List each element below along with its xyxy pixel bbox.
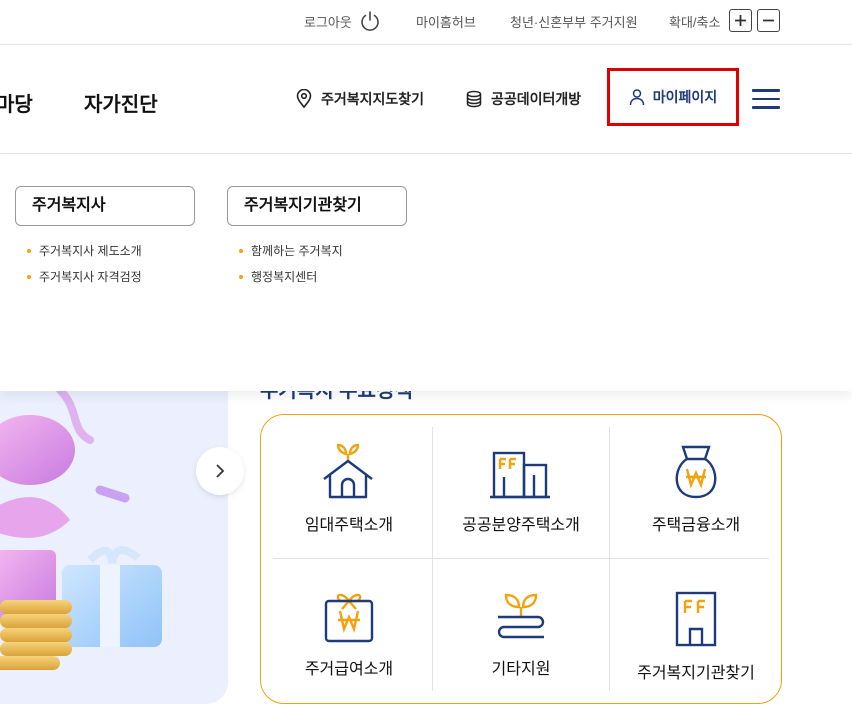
- sprout-icon: [497, 593, 545, 639]
- money-bag-icon: [675, 445, 717, 499]
- service-housing-finance[interactable]: 주택금융소개: [611, 441, 781, 535]
- user-icon: [629, 89, 645, 106]
- main-nav: 마당 자가진단 주거복지지도찾기 공공데이터개방 마이페이지: [0, 45, 852, 154]
- service-label: 주거급여소개: [304, 661, 394, 678]
- menu-item-together-welfare[interactable]: 함께하는 주거복지: [237, 238, 407, 264]
- promo-banner: [0, 380, 228, 704]
- service-housing-benefit[interactable]: 주거급여소개: [264, 589, 434, 679]
- office-icon: [675, 591, 717, 647]
- nav-item-self-diagnosis[interactable]: 자가진단: [84, 88, 158, 117]
- myhome-hub-link[interactable]: 마이홈허브: [416, 12, 476, 31]
- map-search-label: 주거복지지도찾기: [321, 91, 425, 107]
- menu-item-system-intro[interactable]: 주거복지사 제도소개: [25, 238, 195, 264]
- minus-icon: [763, 19, 774, 22]
- menu-column-find-agency: 주거복지기관찾기 함께하는 주거복지 행정복지센터: [227, 186, 407, 290]
- menu-item-certification-exam[interactable]: 주거복지사 자격검정: [25, 264, 195, 290]
- service-other-support[interactable]: 기타지원: [436, 589, 606, 679]
- hamburger-menu-button[interactable]: [752, 89, 780, 111]
- mega-menu-dropdown: 주거복지사 주거복지사 제도소개 주거복지사 자격검정 주거복지기관찾기 함께하…: [0, 154, 852, 391]
- menu-head-housing-welfare-worker[interactable]: 주거복지사: [15, 186, 195, 226]
- service-find-agency[interactable]: 주거복지기관찾기: [611, 589, 781, 683]
- service-label: 주거복지기관찾기: [637, 665, 755, 682]
- house-icon: [323, 443, 373, 499]
- banner-next-button[interactable]: [196, 447, 244, 495]
- menu-item-admin-welfare-center[interactable]: 행정복지센터: [237, 264, 407, 290]
- zoom-out-button[interactable]: [757, 9, 780, 32]
- mypage-label: 마이페이지: [652, 89, 718, 105]
- service-grid: 임대주택소개 공공분양주택소개 주택금융소개 주거급여소개 기타지원 주거복지기…: [260, 414, 782, 704]
- open-data-label: 공공데이터개방: [491, 91, 582, 107]
- chevron-right-icon: [216, 464, 225, 478]
- service-label: 주택금융소개: [651, 517, 741, 534]
- plus-icon: [735, 15, 746, 26]
- map-pin-icon: [296, 89, 312, 109]
- service-label: 기타지원: [491, 661, 551, 678]
- youth-support-link[interactable]: 청년·신혼부부 주거지원: [510, 12, 638, 31]
- gift-won-icon: [324, 593, 374, 643]
- database-icon: [466, 90, 482, 108]
- service-rental-housing[interactable]: 임대주택소개: [264, 441, 434, 535]
- service-label: 공공분양주택소개: [462, 517, 580, 534]
- zoom-in-button[interactable]: [729, 9, 752, 32]
- zoom-label: 확대/축소: [669, 15, 721, 30]
- service-label: 임대주택소개: [304, 517, 394, 534]
- menu-head-find-agency[interactable]: 주거복지기관찾기: [227, 186, 407, 226]
- service-public-sale-housing[interactable]: 공공분양주택소개: [436, 441, 606, 535]
- mypage-link[interactable]: 마이페이지: [607, 68, 739, 126]
- power-icon[interactable]: [358, 9, 382, 33]
- map-search-link[interactable]: 주거복지지도찾기: [295, 89, 424, 109]
- open-data-link[interactable]: 공공데이터개방: [465, 89, 581, 109]
- nav-item-madang[interactable]: 마당: [0, 88, 33, 117]
- building-icon: [490, 451, 550, 499]
- utility-bar: 로그아웃 마이홈허브 청년·신혼부부 주거지원 확대/축소: [0, 0, 852, 45]
- gift-coins-illustration: [0, 386, 162, 670]
- logout-link[interactable]: 로그아웃: [304, 12, 352, 31]
- menu-column-housing-welfare-worker: 주거복지사 주거복지사 제도소개 주거복지사 자격검정: [15, 186, 195, 290]
